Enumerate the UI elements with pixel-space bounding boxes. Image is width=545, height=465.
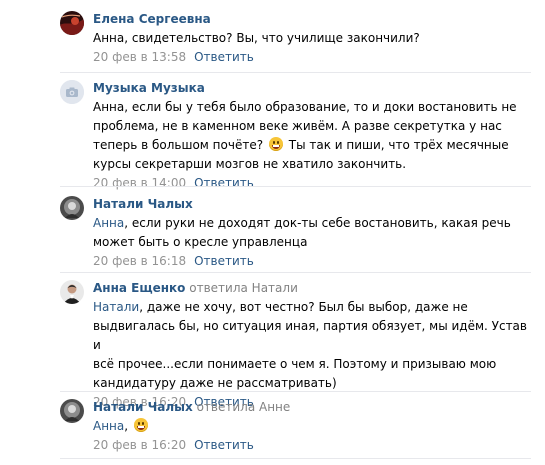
reply-button[interactable]: Ответить	[194, 50, 254, 64]
avatar[interactable]	[60, 280, 84, 304]
reply-to-label[interactable]: ответила Анне	[197, 400, 291, 414]
comment-text: Натали, даже не хочу, вот честно? Был бы…	[93, 298, 531, 393]
comment-text: Анна, если бы у тебя было образование, т…	[93, 98, 531, 174]
avatar[interactable]	[60, 196, 84, 220]
divider	[60, 391, 531, 392]
reply-button[interactable]: Ответить	[194, 438, 254, 452]
comment-text: Анна,	[93, 417, 531, 436]
comment-author[interactable]: Анна Ещенко	[93, 281, 185, 295]
avatar-image	[60, 11, 84, 35]
comment-author[interactable]: Елена Сергеевна	[93, 12, 211, 26]
mention-link[interactable]: Натали	[93, 300, 139, 314]
avatar-image	[60, 196, 84, 220]
reply-button[interactable]: Ответить	[194, 254, 254, 268]
divider	[60, 186, 531, 187]
comment-author[interactable]: Музыка Музыка	[93, 81, 205, 95]
comment-text: Анна, если руки не доходят док-ты себе в…	[93, 214, 531, 252]
grinning-face-emoji-icon	[268, 137, 283, 151]
comment-date[interactable]: 20 фев в 16:18	[93, 254, 186, 268]
comment-text-part: ,	[124, 419, 129, 433]
avatar[interactable]	[60, 11, 84, 35]
comment-text: Анна, свидетельство? Вы, что училище зак…	[93, 31, 420, 45]
mention-link[interactable]: Анна	[93, 419, 124, 433]
avatar[interactable]	[60, 80, 84, 104]
mention-link[interactable]: Анна	[93, 216, 124, 230]
reply-to-label[interactable]: ответила Натали	[189, 281, 298, 295]
comment-date[interactable]: 20 фев в 16:20	[93, 438, 186, 452]
comment-date[interactable]: 20 фев в 14:00	[93, 176, 186, 190]
comment-author[interactable]: Натали Чалых	[93, 400, 193, 414]
avatar[interactable]	[60, 399, 84, 423]
reply-button[interactable]: Ответить	[194, 176, 254, 190]
avatar-image	[60, 399, 84, 423]
avatar-image	[60, 280, 84, 304]
comment-text-part: , если руки не доходят док-ты себе воста…	[93, 216, 511, 249]
divider	[60, 272, 531, 273]
divider	[60, 72, 531, 73]
comment-author[interactable]: Натали Чалых	[93, 197, 193, 211]
comment-date[interactable]: 20 фев в 13:58	[93, 50, 186, 64]
divider	[60, 458, 531, 459]
comment-text-part: , даже не хочу, вот честно? Был бы выбор…	[93, 300, 527, 390]
camera-placeholder-icon	[60, 80, 84, 104]
grinning-face-emoji-icon	[133, 418, 148, 432]
